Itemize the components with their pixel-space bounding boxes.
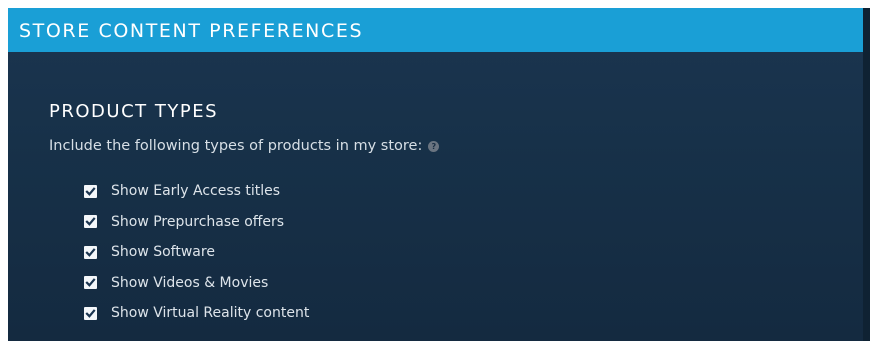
option-virtual-reality[interactable]: Show Virtual Reality content [84, 298, 309, 329]
section-description-text: Include the following types of products … [49, 138, 423, 154]
option-software[interactable]: Show Software [84, 237, 309, 268]
option-label[interactable]: Show Early Access titles [111, 182, 280, 200]
option-videos-movies[interactable]: Show Videos & Movies [84, 268, 309, 299]
checkbox-checked-icon[interactable] [84, 184, 97, 198]
option-prepurchase[interactable]: Show Prepurchase offers [84, 207, 309, 238]
panel-title: STORE CONTENT PREFERENCES [19, 20, 364, 42]
option-label[interactable]: Show Videos & Movies [111, 274, 268, 292]
option-label[interactable]: Show Prepurchase offers [111, 213, 284, 231]
checkbox-checked-icon[interactable] [84, 245, 97, 259]
section-description: Include the following types of products … [49, 137, 440, 155]
checkbox-checked-icon[interactable] [84, 306, 97, 320]
product-type-options: Show Early Access titles Show Prepurchas… [84, 176, 309, 329]
option-label[interactable]: Show Software [111, 243, 215, 261]
help-icon[interactable]: ? [428, 140, 440, 152]
checkbox-checked-icon[interactable] [84, 276, 97, 290]
preferences-panel: STORE CONTENT PREFERENCES PRODUCT TYPES … [8, 8, 870, 341]
option-label[interactable]: Show Virtual Reality content [111, 304, 309, 322]
panel-header: STORE CONTENT PREFERENCES [8, 8, 863, 52]
checkbox-checked-icon[interactable] [84, 215, 97, 229]
panel-edge-divider [863, 8, 870, 341]
section-title-product-types: PRODUCT TYPES [49, 101, 218, 122]
option-early-access[interactable]: Show Early Access titles [84, 176, 309, 207]
